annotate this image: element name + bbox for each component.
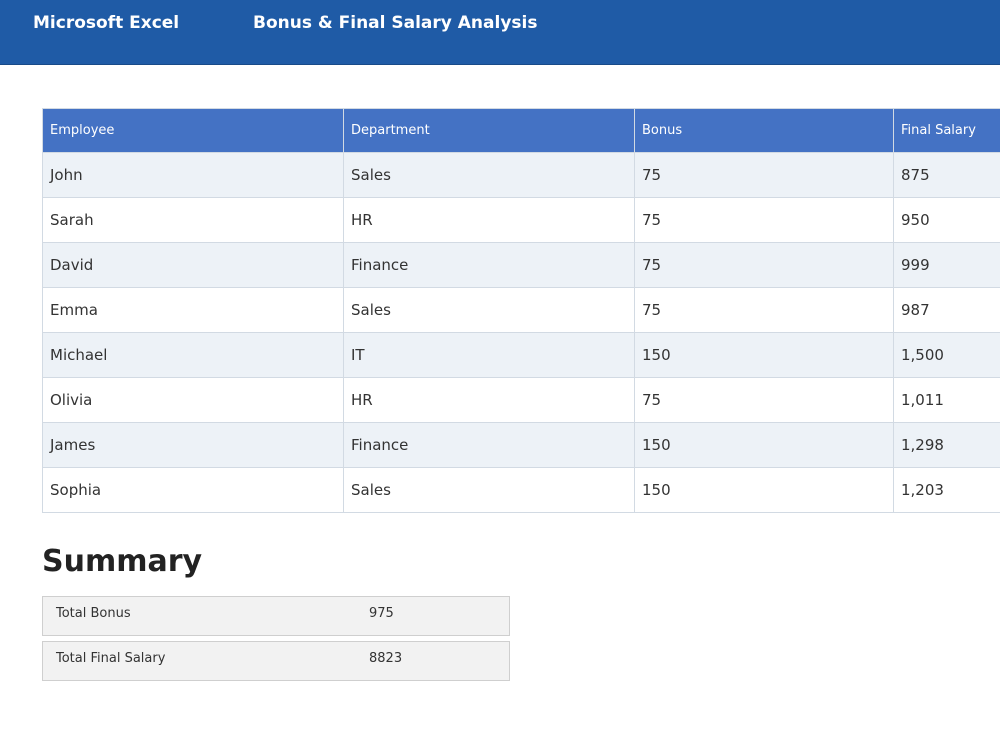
cell-employee[interactable]: Sarah	[42, 197, 344, 243]
cell-final-salary[interactable]: 1,203	[893, 467, 1000, 513]
column-header-employee[interactable]: Employee	[42, 108, 344, 153]
cell-employee[interactable]: James	[42, 422, 344, 468]
cell-department[interactable]: Sales	[343, 152, 635, 198]
cell-department[interactable]: Sales	[343, 467, 635, 513]
summary-label: Total Bonus	[56, 606, 131, 621]
title-bar: Microsoft Excel Bonus & Final Salary Ana…	[0, 0, 1000, 65]
cell-department[interactable]: Finance	[343, 242, 635, 288]
cell-bonus[interactable]: 150	[634, 332, 894, 378]
cell-final-salary[interactable]: 1,298	[893, 422, 1000, 468]
table-row: John Sales 75 875	[42, 152, 1000, 198]
cell-employee[interactable]: John	[42, 152, 344, 198]
cell-bonus[interactable]: 75	[634, 242, 894, 288]
cell-employee[interactable]: Sophia	[42, 467, 344, 513]
table-row: Sarah HR 75 950	[42, 197, 1000, 243]
summary-heading: Summary	[42, 544, 203, 579]
summary-value: 975	[369, 606, 394, 621]
cell-final-salary[interactable]: 987	[893, 287, 1000, 333]
cell-final-salary[interactable]: 1,500	[893, 332, 1000, 378]
cell-employee[interactable]: Olivia	[42, 377, 344, 423]
cell-bonus[interactable]: 75	[634, 152, 894, 198]
cell-bonus[interactable]: 75	[634, 197, 894, 243]
cell-employee[interactable]: Emma	[42, 287, 344, 333]
cell-department[interactable]: HR	[343, 377, 635, 423]
header-row: Employee Department Bonus Final Salary	[42, 108, 1000, 153]
cell-employee[interactable]: Michael	[42, 332, 344, 378]
column-header-bonus[interactable]: Bonus	[634, 108, 894, 153]
cell-final-salary[interactable]: 950	[893, 197, 1000, 243]
table-row: Sophia Sales 150 1,203	[42, 467, 1000, 513]
spreadsheet-grid: Employee Department Bonus Final Salary J…	[42, 108, 1000, 513]
table-row: Michael IT 150 1,500	[42, 332, 1000, 378]
column-header-final-salary[interactable]: Final Salary	[893, 108, 1000, 153]
table-row: David Finance 75 999	[42, 242, 1000, 288]
cell-bonus[interactable]: 75	[634, 287, 894, 333]
table-row: James Finance 150 1,298	[42, 422, 1000, 468]
summary-row-total-final-salary[interactable]: Total Final Salary 8823	[42, 641, 510, 681]
cell-bonus[interactable]: 75	[634, 377, 894, 423]
column-header-department[interactable]: Department	[343, 108, 635, 153]
cell-department[interactable]: IT	[343, 332, 635, 378]
table-row: Emma Sales 75 987	[42, 287, 1000, 333]
summary-label: Total Final Salary	[56, 651, 166, 666]
document-title: Bonus & Final Salary Analysis	[253, 13, 538, 33]
cell-final-salary[interactable]: 875	[893, 152, 1000, 198]
app-name: Microsoft Excel	[33, 13, 180, 33]
cell-final-salary[interactable]: 999	[893, 242, 1000, 288]
data-table: Employee Department Bonus Final Salary J…	[42, 108, 1000, 513]
summary-value: 8823	[369, 651, 403, 666]
cell-employee[interactable]: David	[42, 242, 344, 288]
cell-department[interactable]: Finance	[343, 422, 635, 468]
cell-department[interactable]: HR	[343, 197, 635, 243]
summary-row-total-bonus[interactable]: Total Bonus 975	[42, 596, 510, 636]
cell-final-salary[interactable]: 1,011	[893, 377, 1000, 423]
cell-department[interactable]: Sales	[343, 287, 635, 333]
cell-bonus[interactable]: 150	[634, 422, 894, 468]
cell-bonus[interactable]: 150	[634, 467, 894, 513]
table-row: Olivia HR 75 1,011	[42, 377, 1000, 423]
